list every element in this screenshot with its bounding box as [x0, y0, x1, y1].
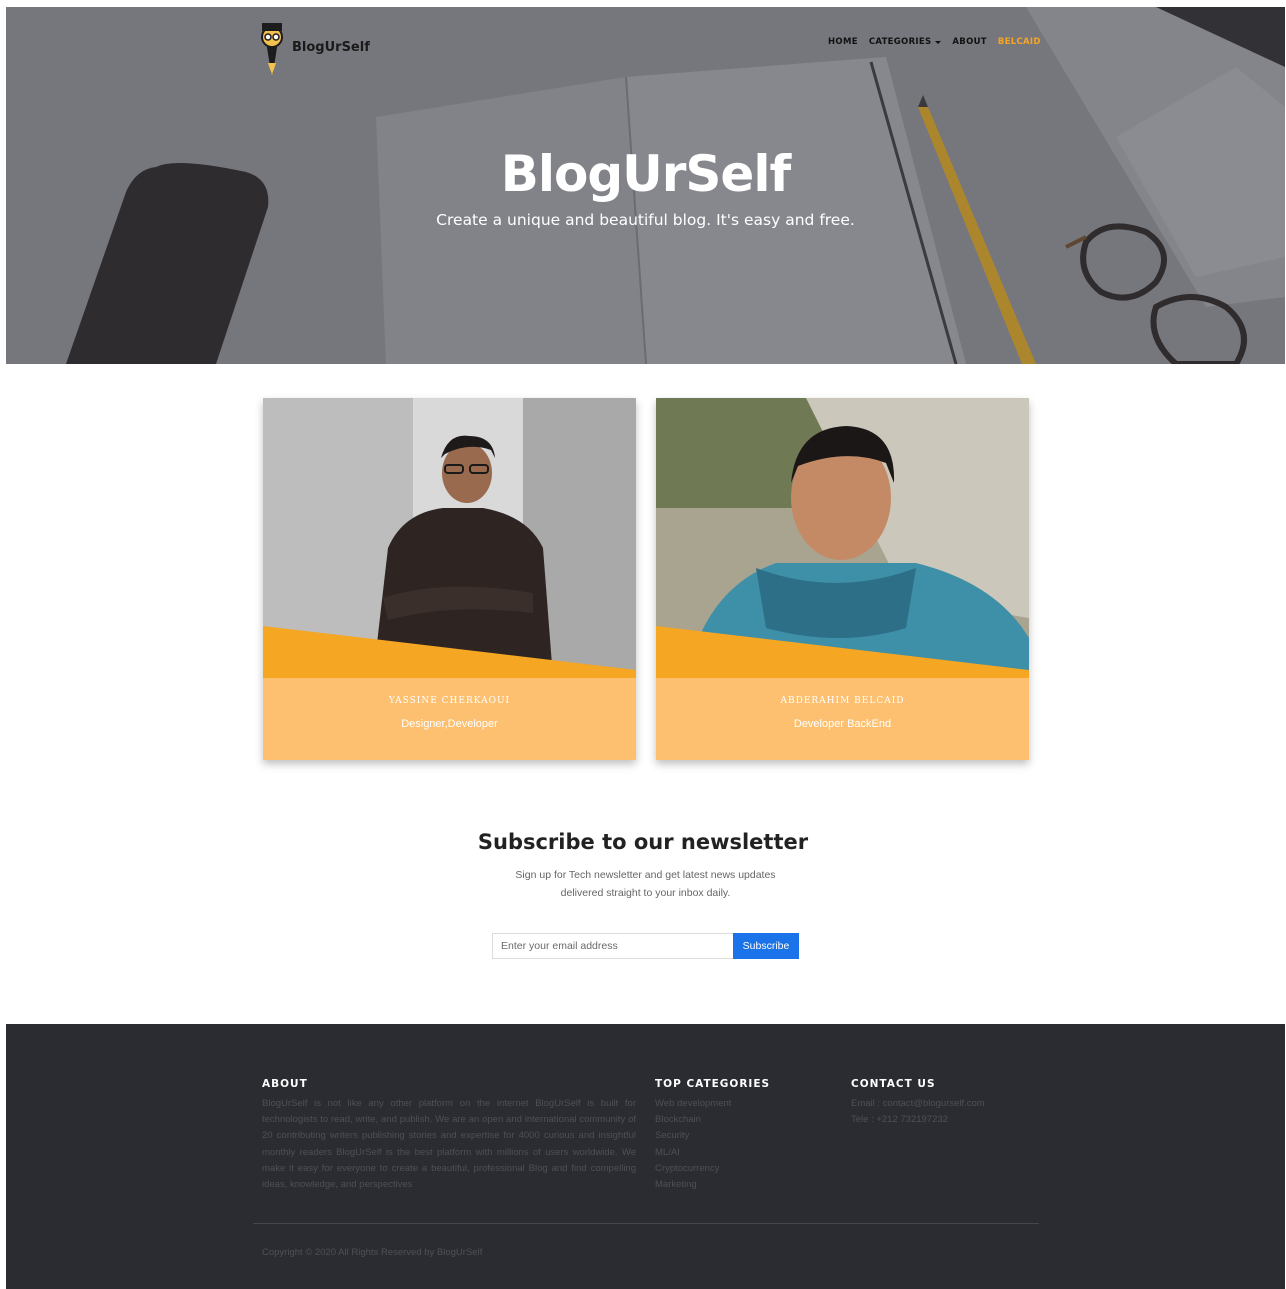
brand-link[interactable]: BlogUrSelf: [256, 15, 370, 79]
hero-banner: BlogUrSelf HOME CATEGORIES ABOUT BELCAID…: [6, 7, 1285, 364]
nav-categories-dropdown[interactable]: CATEGORIES: [869, 37, 942, 47]
contact-phone[interactable]: Tele : +212 732197232: [851, 1112, 1051, 1128]
member-role: Developer BackEnd: [793, 718, 892, 730]
nav-user-account[interactable]: BELCAID: [998, 37, 1041, 47]
site-footer: ABOUT BlogUrSelf is not like any other p…: [6, 1024, 1285, 1289]
pencil-mascot-logo-icon: [261, 23, 283, 75]
footer-about-text: BlogUrSelf is not like any other platfor…: [262, 1098, 636, 1191]
subscribe-button[interactable]: Subscribe: [733, 933, 799, 959]
team-card: YASSINE CHERKAOUI Designer,Developer: [263, 398, 636, 760]
footer-divider: [253, 1223, 1039, 1224]
contact-list: Email : contact@blogurself.com Tele : +2…: [851, 1096, 1051, 1128]
footer-categories: TOP CATEGORIES Web development Blockchai…: [655, 1078, 825, 1193]
nav-categories-label: CATEGORIES: [868, 37, 932, 47]
contact-email[interactable]: Email : contact@blogurself.com: [851, 1096, 1051, 1112]
chevron-down-icon: [935, 40, 942, 44]
nav-about[interactable]: ABOUT: [952, 37, 986, 47]
brand-name: BlogUrSelf: [292, 39, 370, 55]
footer-about-heading: ABOUT: [262, 1078, 308, 1090]
hero-subtitle: Create a unique and beautiful blog. It's…: [436, 211, 855, 229]
category-link[interactable]: Security: [655, 1128, 825, 1144]
member-role: Designer,Developer: [401, 718, 498, 730]
footer-contact-heading: CONTACT US: [851, 1078, 936, 1090]
category-link[interactable]: Marketing: [655, 1177, 825, 1193]
category-list: Web development Blockchain Security ML/A…: [655, 1096, 825, 1193]
category-link[interactable]: ML/AI: [655, 1145, 825, 1161]
team-card: ABDERAHIM BELCAID Developer BackEnd: [656, 398, 1029, 760]
category-link[interactable]: Cryptocurrency: [655, 1161, 825, 1177]
copyright-text: Copyright © 2020 All Rights Reserved by …: [262, 1247, 483, 1258]
newsletter-form: Subscribe: [492, 933, 799, 959]
category-link[interactable]: Web development: [655, 1096, 825, 1112]
newsletter-description: Sign up for Tech newsletter and get late…: [515, 869, 776, 899]
email-field[interactable]: [492, 933, 733, 959]
footer-categories-heading: TOP CATEGORIES: [655, 1078, 771, 1090]
hero-title: BlogUrSelf: [500, 145, 791, 203]
footer-contact: CONTACT US Email : contact@blogurself.co…: [851, 1078, 1051, 1128]
nav-home[interactable]: HOME: [828, 37, 858, 47]
member-name: ABDERAHIM BELCAID: [780, 696, 905, 706]
member-name: YASSINE CHERKAOUI: [388, 696, 511, 706]
footer-about: ABOUT BlogUrSelf is not like any other p…: [262, 1078, 636, 1193]
member-photo: [656, 398, 1029, 678]
newsletter-title: Subscribe to our newsletter: [477, 830, 809, 854]
main-nav: HOME CATEGORIES ABOUT BELCAID: [828, 37, 1052, 47]
category-link[interactable]: Blockchain: [655, 1112, 825, 1128]
member-photo: [263, 398, 636, 678]
